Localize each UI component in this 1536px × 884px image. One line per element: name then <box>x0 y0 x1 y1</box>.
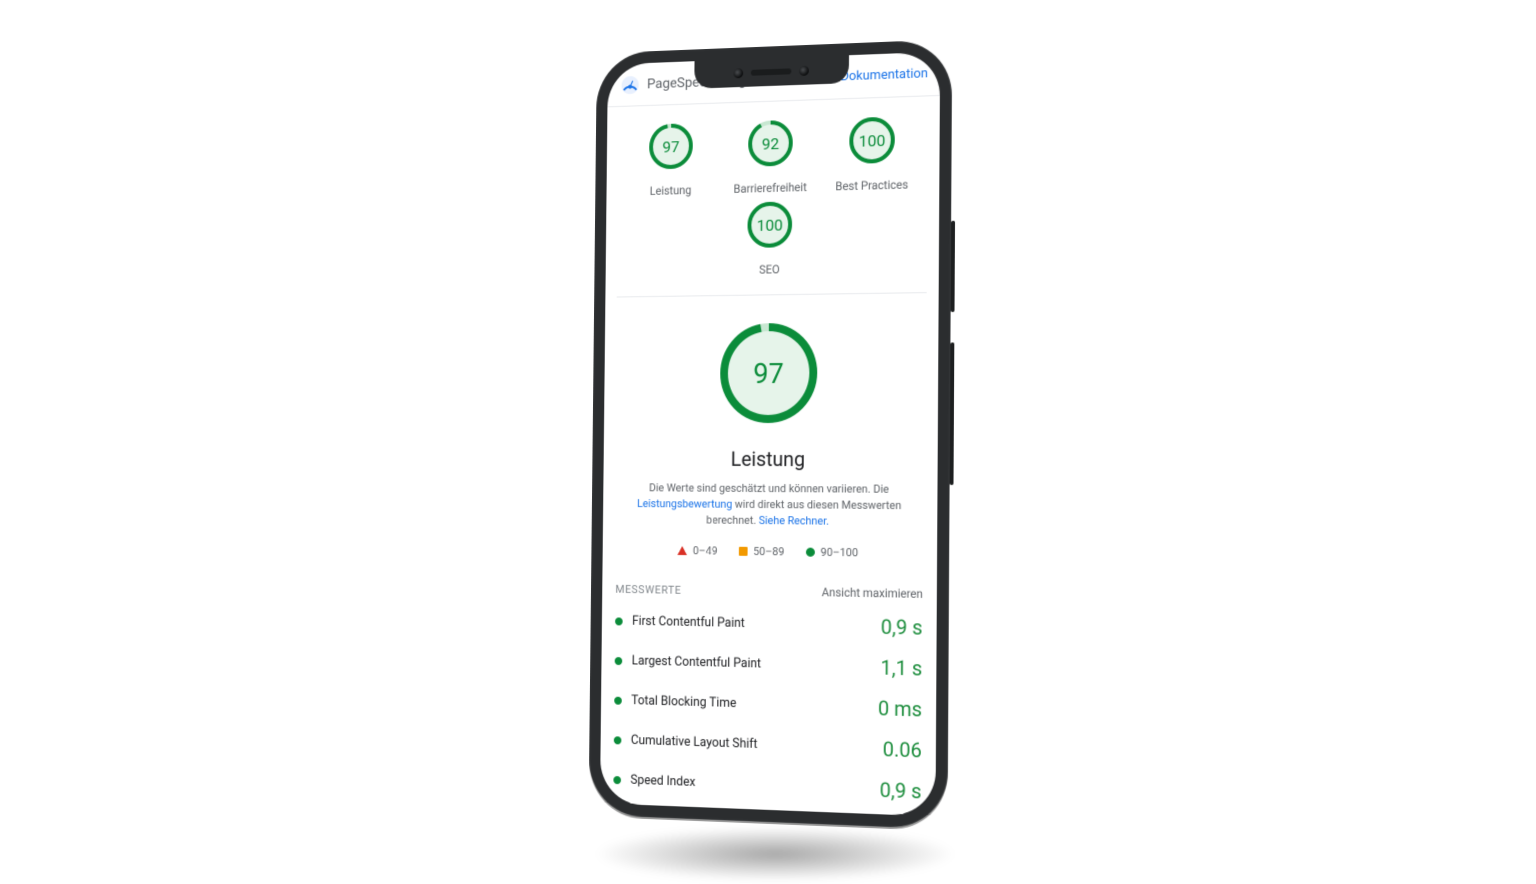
legend-avg-label: 50–89 <box>753 545 784 558</box>
pagespeed-logo-icon <box>621 75 640 95</box>
performance-description: Die Werte sind geschätzt und können vari… <box>614 470 925 530</box>
score-label: Leistung <box>650 183 692 198</box>
metric-value: 0,9 s <box>880 777 922 803</box>
gauge-icon: 92 <box>747 119 794 168</box>
score-value: 100 <box>848 116 896 166</box>
score-label: Best Practices <box>835 177 908 193</box>
score-value: 97 <box>648 122 694 170</box>
status-good-icon <box>613 776 621 784</box>
metrics-heading: MESSWERTE <box>615 583 681 597</box>
score-label: SEO <box>759 262 780 276</box>
triangle-icon <box>677 546 687 555</box>
gauge-icon: 100 <box>746 200 793 249</box>
performance-gauge[interactable]: 97 <box>718 321 820 425</box>
score-legend: 0–49 50–89 90–100 <box>677 528 858 569</box>
metric-value: 0,9 s <box>881 614 923 639</box>
metric-name: Cumulative Layout Shift <box>631 733 873 756</box>
phone-notch <box>694 55 849 88</box>
phone-screen: PageSpeed Insights Dokumentation 97Leist… <box>600 52 940 817</box>
phone-shadow <box>595 824 955 884</box>
category-scores: 97 Leistung 92 Barrierefreiheit 100 Best Prac… <box>605 96 939 289</box>
legend-avg: 50–89 <box>739 545 785 559</box>
performance-scoring-link[interactable]: Leistungsbewertung <box>637 497 732 511</box>
circle-icon <box>806 547 815 556</box>
category-score-seo[interactable]: 100 SEO <box>726 200 814 277</box>
phone-frame: PageSpeed Insights Dokumentation 97Leist… <box>589 39 953 829</box>
category-score-barrierefreiheit[interactable]: 92 Barrierefreiheit <box>727 118 815 196</box>
performance-score-value: 97 <box>718 321 820 425</box>
gauge-icon: 97 <box>648 122 694 170</box>
legend-bad-label: 0–49 <box>693 544 718 557</box>
metric-value: 1,1 s <box>880 655 922 680</box>
metric-name: Speed Index <box>630 773 869 797</box>
metric-name: First Contentful Paint <box>632 614 871 634</box>
expand-view-link[interactable]: Ansicht maximieren <box>822 585 923 601</box>
score-value: 92 <box>747 119 794 168</box>
status-good-icon <box>614 736 622 744</box>
earpiece-speaker-icon <box>751 68 792 75</box>
legend-bad: 0–49 <box>677 544 717 557</box>
desc-text: wird direkt aus diesen Messwerten berech… <box>706 498 901 527</box>
square-icon <box>739 547 748 556</box>
category-score-best-practices[interactable]: 100 Best Practices <box>827 115 916 194</box>
legend-good-label: 90–100 <box>820 546 858 560</box>
score-value: 100 <box>746 200 793 249</box>
legend-good: 90–100 <box>806 545 858 559</box>
performance-title: Leistung <box>731 447 805 471</box>
status-good-icon <box>614 696 622 704</box>
metric-name: Largest Contentful Paint <box>632 654 871 675</box>
metric-value: 0.06 <box>883 737 922 763</box>
see-calculator-link[interactable]: Siehe Rechner. <box>759 514 829 528</box>
phone-side-button <box>950 342 955 485</box>
metric-value: 0 ms <box>878 696 922 722</box>
front-sensor-icon <box>799 66 809 76</box>
desc-text: Die Werte sind geschätzt und können vari… <box>649 481 889 495</box>
category-score-leistung[interactable]: 97 Leistung <box>628 121 714 198</box>
status-good-icon <box>615 657 623 665</box>
documentation-link[interactable]: Dokumentation <box>840 66 928 84</box>
gauge-icon: 100 <box>848 116 896 166</box>
metric-name: Total Blocking Time <box>631 693 868 715</box>
performance-summary: 97 Leistung Die Werte sind geschätzt und… <box>602 301 938 576</box>
status-good-icon <box>615 617 623 625</box>
front-camera-icon <box>733 68 743 78</box>
phone-side-button <box>951 221 956 312</box>
metrics-list: First Contentful Paint 0,9 s Largest Conte… <box>600 601 937 812</box>
score-label: Barrierefreiheit <box>734 180 807 196</box>
section-divider <box>617 292 927 297</box>
metric-row[interactable]: Speed Index 0,9 s <box>600 759 936 812</box>
